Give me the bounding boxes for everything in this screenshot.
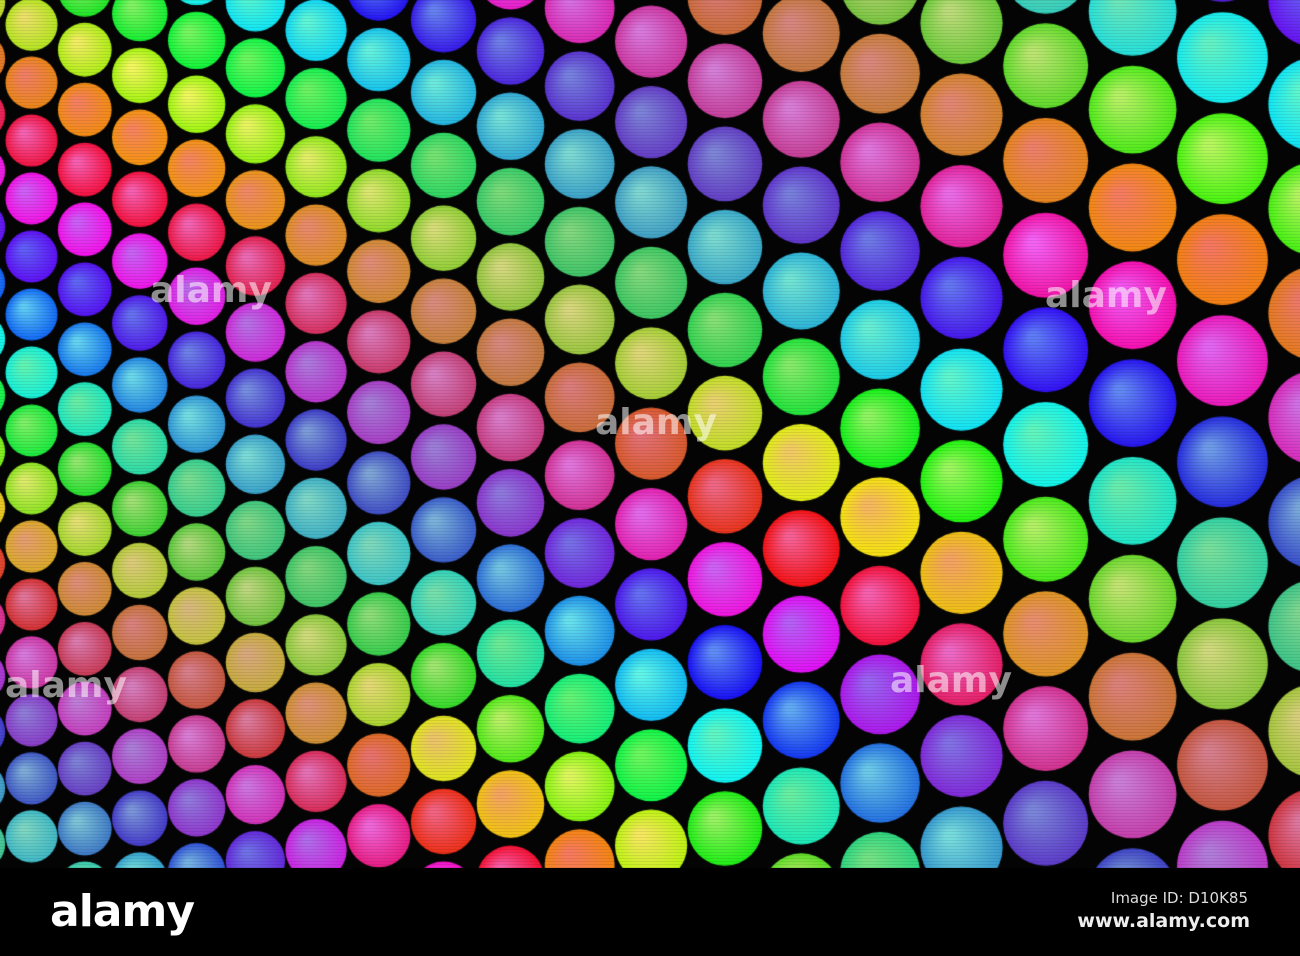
watermark-overlay: alamy xyxy=(1045,275,1167,316)
watermark-bar: alamy Image ID: D10K85 www.alamy.com xyxy=(0,868,1300,956)
watermark-overlay: alamy xyxy=(595,402,717,443)
watermark-overlay: alamy xyxy=(890,660,1012,701)
watermark-overlay: alamy xyxy=(150,270,272,311)
alamy-logo: alamy xyxy=(50,886,195,937)
site-url: www.alamy.com xyxy=(1077,910,1250,932)
watermark-overlay: alamy xyxy=(5,665,127,706)
image-id: Image ID: D10K85 xyxy=(1110,889,1248,907)
